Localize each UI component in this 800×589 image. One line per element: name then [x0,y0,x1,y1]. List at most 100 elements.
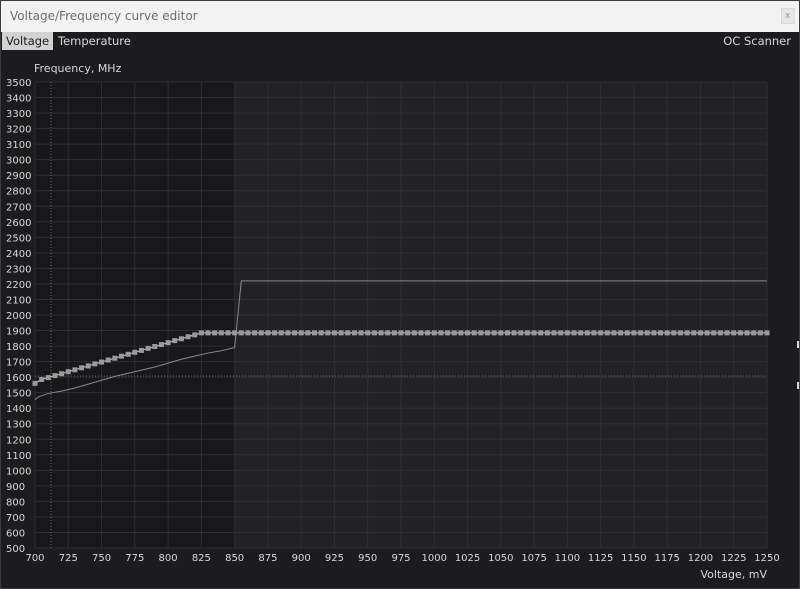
curve-point[interactable] [345,330,351,336]
curve-point[interactable] [611,330,617,336]
curve-point[interactable] [744,330,750,336]
curve-point[interactable] [711,330,717,336]
curve-point[interactable] [172,338,178,344]
curve-point[interactable] [205,330,211,336]
curve-point[interactable] [644,330,650,336]
curve-point[interactable] [225,330,231,336]
curve-point[interactable] [65,369,71,375]
curve-point[interactable] [165,340,171,346]
curve-point[interactable] [325,330,331,336]
curve-point[interactable] [418,330,424,336]
curve-point[interactable] [371,330,377,336]
curve-point[interactable] [651,330,657,336]
curve-point[interactable] [451,330,457,336]
curve-point[interactable] [764,330,770,336]
close-button[interactable]: x [781,8,795,24]
tab-voltage[interactable]: Voltage [2,32,54,50]
curve-point[interactable] [79,365,85,371]
curve-point[interactable] [105,357,111,363]
curve-point[interactable] [59,371,65,377]
curve-point[interactable] [218,330,224,336]
vf-curve-chart[interactable]: Frequency, MHz Voltage, mV 500 600 700 800 9… [1,53,799,583]
curve-point[interactable] [351,330,357,336]
curve-point[interactable] [544,330,550,336]
tab-temperature[interactable]: Temperature [54,32,135,50]
curve-point[interactable] [318,330,324,336]
curve-point[interactable] [385,330,391,336]
curve-point[interactable] [245,330,251,336]
curve-point[interactable] [658,330,664,336]
curve-point[interactable] [358,330,364,336]
curve-point[interactable] [757,330,763,336]
curve-point[interactable] [571,330,577,336]
curve-point[interactable] [511,330,517,336]
curve-point[interactable] [704,330,710,336]
curve-point[interactable] [458,330,464,336]
curve-point[interactable] [671,330,677,336]
curve-point[interactable] [132,349,138,355]
curve-point[interactable] [731,330,737,336]
curve-point[interactable] [52,373,58,379]
curve-point[interactable] [112,355,118,361]
curve-point[interactable] [278,330,284,336]
curve-point[interactable] [465,330,471,336]
curve-point[interactable] [578,330,584,336]
curve-point[interactable] [125,351,131,357]
curve-point[interactable] [485,330,491,336]
curve-point[interactable] [92,361,98,367]
curve-point[interactable] [192,332,198,338]
curve-point[interactable] [584,330,590,336]
curve-point[interactable] [39,376,45,382]
curve-point[interactable] [305,330,311,336]
curve-point[interactable] [558,330,564,336]
curve-point[interactable] [272,330,278,336]
curve-point[interactable] [431,330,437,336]
curve-point[interactable] [538,330,544,336]
curve-point[interactable] [85,363,91,369]
curve-point[interactable] [638,330,644,336]
curve-point[interactable] [331,330,337,336]
curve-point[interactable] [737,330,743,336]
curve-point[interactable] [292,330,298,336]
curve-point[interactable] [724,330,730,336]
oc-scanner-button[interactable]: OC Scanner [719,32,795,50]
curve-point[interactable] [338,330,344,336]
curve-point[interactable] [45,375,51,381]
curve-point[interactable] [365,330,371,336]
curve-point[interactable] [618,330,624,336]
curve-point[interactable] [265,330,271,336]
curve-point[interactable] [72,367,78,373]
curve-point[interactable] [232,330,238,336]
curve-point[interactable] [238,330,244,336]
curve-point[interactable] [158,342,164,348]
curve-point[interactable] [717,330,723,336]
curve-point[interactable] [551,330,557,336]
curve-point[interactable] [518,330,524,336]
curve-point[interactable] [445,330,451,336]
curve-point[interactable] [677,330,683,336]
curve-point[interactable] [491,330,497,336]
curve-point[interactable] [298,330,304,336]
curve-point[interactable] [664,330,670,336]
curve-point[interactable] [311,330,317,336]
curve-point[interactable] [152,344,158,350]
curve-point[interactable] [99,359,105,365]
curve-point[interactable] [405,330,411,336]
curve-point[interactable] [564,330,570,336]
curve-point[interactable] [138,347,144,353]
curve-point[interactable] [598,330,604,336]
resize-handle[interactable] [797,382,799,389]
title-bar[interactable]: Voltage/Frequency curve editor x [1,1,799,33]
curve-point[interactable] [498,330,504,336]
curve-point[interactable] [285,330,291,336]
curve-point[interactable] [751,330,757,336]
curve-point[interactable] [531,330,537,336]
curve-point[interactable] [212,330,218,336]
curve-point[interactable] [145,345,151,351]
curve-point[interactable] [178,336,184,342]
curve-point[interactable] [425,330,431,336]
curve-point[interactable] [604,330,610,336]
curve-point[interactable] [504,330,510,336]
curve-point[interactable] [252,330,258,336]
curve-point[interactable] [471,330,477,336]
